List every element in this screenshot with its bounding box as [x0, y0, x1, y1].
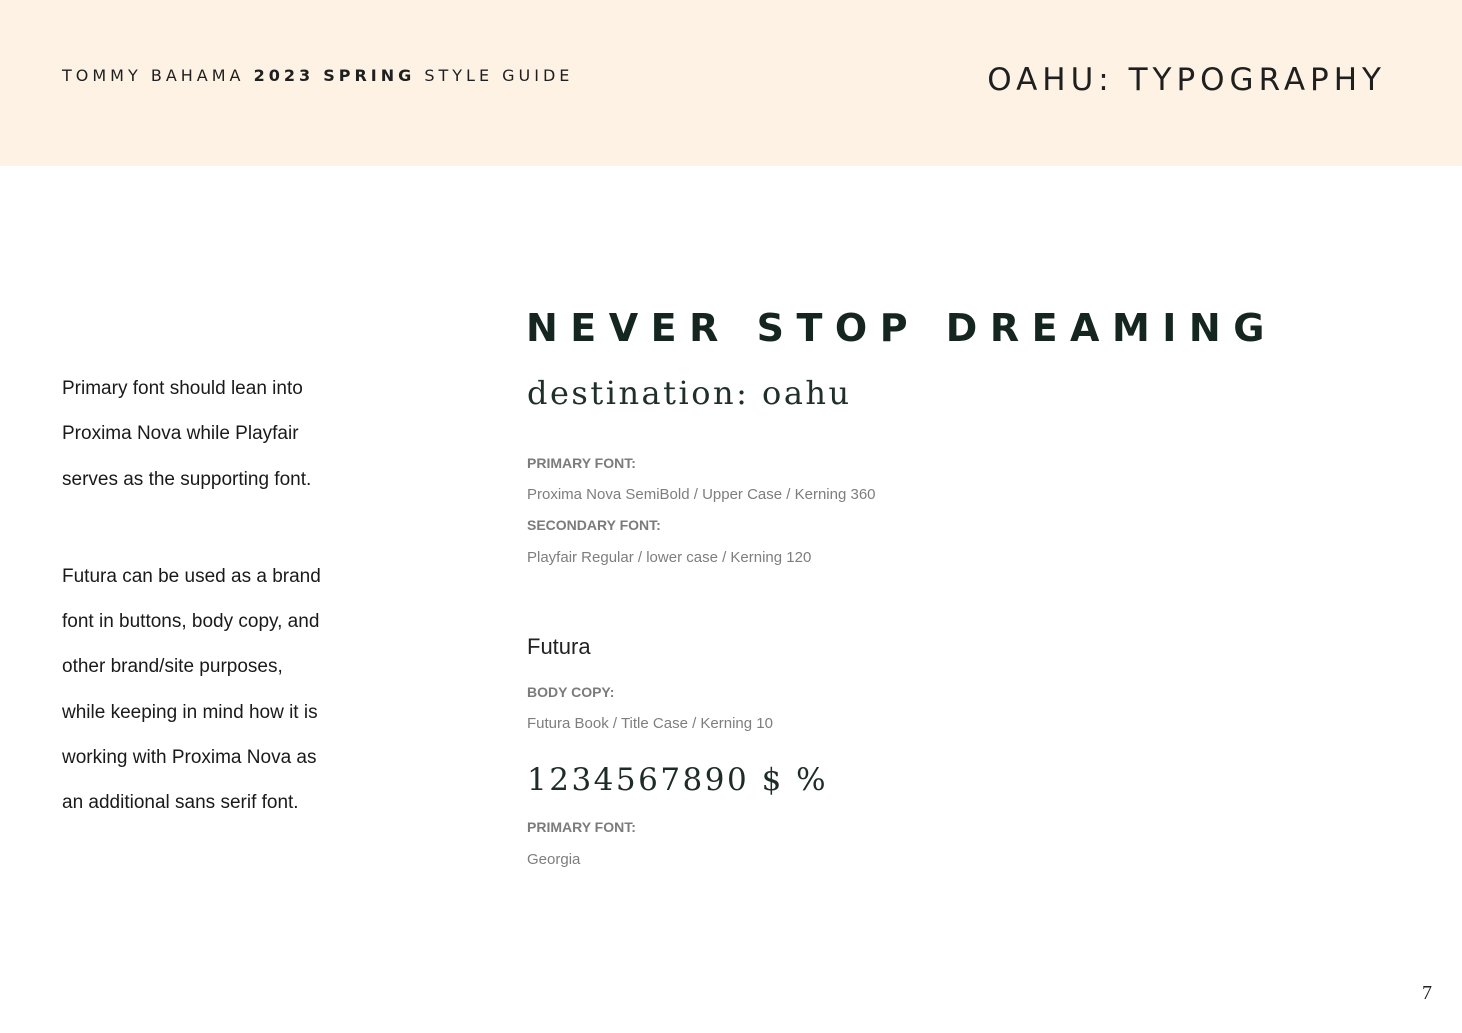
- brand-year: 2023: [253, 66, 315, 85]
- headline-sample: NEVER STOP DREAMING: [526, 306, 1277, 350]
- intro-line: Futura can be used as a brand: [62, 565, 321, 587]
- brand-suffix: STYLE GUIDE: [424, 66, 574, 85]
- intro-line: serves as the supporting font.: [62, 468, 312, 490]
- numerals-font-spec: Georgia: [527, 851, 581, 868]
- secondary-font-label: SECONDARY FONT:: [527, 517, 661, 533]
- intro-line: Primary font should lean into: [62, 378, 303, 399]
- header-band: TOMMY BAHAMA 2023 SPRING STYLE GUIDE OAH…: [0, 0, 1462, 166]
- intro-line: Proxima Nova while Playfair: [62, 423, 299, 445]
- intro-paragraph-1: Primary font should lean into Proxima No…: [62, 366, 362, 502]
- secondary-font-spec: Playfair Regular / lower case / Kerning …: [527, 549, 812, 566]
- intro-line: other brand/site purposes,: [62, 656, 283, 678]
- body-copy-label: BODY COPY:: [527, 684, 615, 700]
- primary-font-label: PRIMARY FONT:: [527, 455, 636, 471]
- guide-title: TOMMY BAHAMA 2023 SPRING STYLE GUIDE: [62, 66, 573, 85]
- intro-line: while keeping in mind how it is: [62, 701, 318, 723]
- intro-paragraph-2: Futura can be used as a brand font in bu…: [62, 554, 362, 826]
- futura-sample: Futura: [527, 634, 591, 659]
- page-number: 7: [1422, 982, 1432, 1004]
- brand-season: SPRING: [323, 66, 416, 85]
- subhead-sample: destination: oahu: [527, 374, 852, 412]
- intro-line: font in buttons, body copy, and: [62, 611, 320, 633]
- intro-line: an additional sans serif font.: [62, 792, 299, 814]
- body-copy-spec: Futura Book / Title Case / Kerning 10: [527, 715, 773, 732]
- intro-text: Primary font should lean into Proxima No…: [62, 366, 362, 826]
- page-title: OAHU: TYPOGRAPHY: [987, 62, 1386, 98]
- brand-prefix: TOMMY BAHAMA: [62, 66, 245, 85]
- primary-font-spec: Proxima Nova SemiBold / Upper Case / Ker…: [527, 486, 876, 503]
- numerals-sample: 1234567890 $ %: [527, 762, 829, 798]
- intro-line: working with Proxima Nova as: [62, 747, 317, 769]
- numerals-font-label: PRIMARY FONT:: [527, 819, 636, 835]
